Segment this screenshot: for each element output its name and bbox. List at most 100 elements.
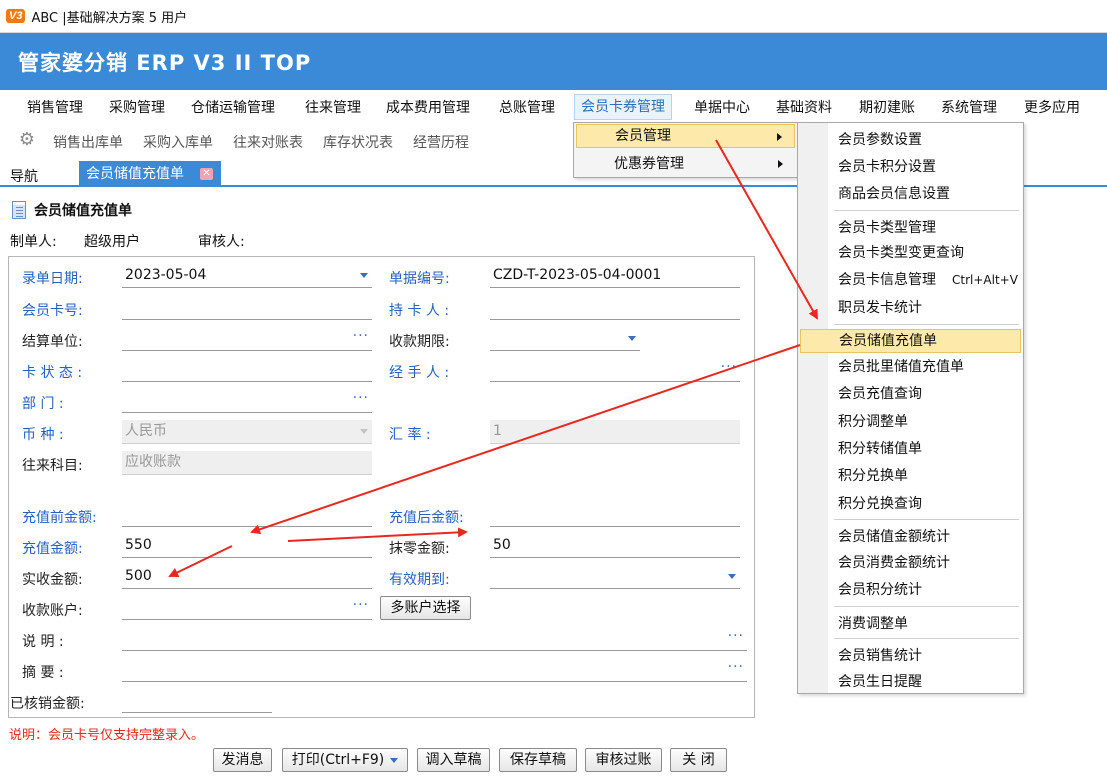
maker-label: 制单人: (10, 234, 57, 250)
menu-general-ledger[interactable]: 总账管理 (493, 95, 561, 121)
load-draft-button[interactable]: 调入草稿 (417, 748, 490, 772)
member-card-dropdown: 会员管理 优惠券管理 (573, 122, 798, 178)
doc-no-field[interactable]: CZD-T-2023-05-04-0001 (490, 264, 740, 288)
entry-date-field[interactable]: 2023-05-04 (122, 264, 372, 288)
submenu-item[interactable]: 会员卡类型变更查询 (800, 241, 1021, 265)
print-button[interactable]: 打印(Ctrl+F9) (282, 748, 408, 772)
menu-member-card[interactable]: 会员卡券管理 (574, 94, 672, 120)
discount-amount-field[interactable]: 50 (490, 534, 740, 558)
ellipsis-icon[interactable]: ··· (353, 594, 369, 616)
window-title: ABC |基础解决方案 5 用户 (31, 10, 188, 26)
chevron-down-icon[interactable] (728, 574, 736, 579)
written-off-field[interactable] (122, 689, 272, 713)
card-no-field[interactable] (122, 296, 372, 320)
menu-item-member-management[interactable]: 会员管理 (576, 124, 795, 148)
member-management-submenu: 会员参数设置 会员卡积分设置 商品会员信息设置 会员卡类型管理 会员卡类型变更查… (797, 122, 1024, 694)
menu-system[interactable]: 系统管理 (935, 95, 1003, 121)
submenu-item[interactable]: 会员生日提醒 (800, 670, 1021, 694)
receive-account-label: 收款账户: (22, 603, 83, 619)
holder-field[interactable] (490, 296, 740, 320)
valid-until-field[interactable] (490, 565, 740, 589)
menu-separator (834, 519, 1019, 520)
menu-sales[interactable]: 销售管理 (21, 95, 89, 121)
ellipsis-icon[interactable]: ··· (728, 656, 744, 678)
multi-account-button[interactable]: 多账户选择 (380, 596, 471, 620)
before-amount-field[interactable] (122, 503, 372, 527)
ellipsis-icon[interactable]: ··· (353, 387, 369, 409)
menu-purchase[interactable]: 采购管理 (103, 95, 171, 121)
save-draft-button[interactable]: 保存草稿 (499, 748, 577, 772)
submenu-item[interactable]: 积分兑换单 (800, 464, 1021, 488)
submenu-item[interactable]: 会员参数设置 (800, 128, 1021, 152)
description-field[interactable]: ··· (122, 627, 747, 651)
submenu-item[interactable]: 会员批里储值充值单 (800, 355, 1021, 379)
currency-label: 币 种 : (22, 427, 64, 443)
charge-amount-field[interactable]: 550 (122, 534, 372, 558)
pay-term-field[interactable] (490, 327, 640, 351)
menu-separator (834, 606, 1019, 607)
audit-post-button[interactable]: 审核过账 (585, 748, 662, 772)
chevron-down-icon[interactable] (360, 273, 368, 278)
close-button[interactable]: 关 闭 (670, 748, 727, 772)
ellipsis-icon[interactable]: ··· (721, 356, 737, 378)
tab-member-recharge[interactable]: 会员储值充值单 ✕ (79, 161, 221, 187)
menu-more-apps[interactable]: 更多应用 (1018, 95, 1086, 121)
chevron-down-icon[interactable] (390, 757, 399, 763)
chevron-down-icon[interactable] (628, 336, 636, 341)
menu-ledger-accounts[interactable]: 往来管理 (299, 95, 367, 121)
summary-field[interactable]: ··· (122, 658, 747, 682)
menu-document-center[interactable]: 单据中心 (688, 95, 756, 121)
submenu-item-member-recharge[interactable]: 会员储值充值单 (800, 329, 1021, 353)
submenu-item[interactable]: 会员储值金额统计 (800, 525, 1021, 549)
menu-cost[interactable]: 成本费用管理 (380, 95, 476, 121)
submenu-item[interactable]: 积分调整单 (800, 410, 1021, 434)
gear-icon[interactable]: ⚙ (17, 130, 37, 150)
dept-label: 部 门 : (22, 396, 64, 412)
submenu-item[interactable]: 职员发卡统计 (800, 296, 1021, 320)
toolbar-stock[interactable]: 库存状况表 (323, 132, 393, 152)
submenu-item[interactable]: 会员充值查询 (800, 382, 1021, 406)
app-banner: 管家婆分销 ERP V3 II TOP (0, 33, 1107, 90)
handler-field[interactable]: ··· (490, 358, 740, 382)
toolbar-history[interactable]: 经营历程 (413, 132, 469, 152)
entry-date-label: 录单日期: (22, 271, 83, 287)
submenu-item[interactable]: 积分转储值单 (800, 437, 1021, 461)
submenu-item[interactable]: 会员卡积分设置 (800, 155, 1021, 179)
toolbar-sales-out[interactable]: 销售出库单 (53, 132, 123, 152)
submenu-item[interactable]: 会员卡类型管理 (800, 216, 1021, 240)
menu-separator (834, 324, 1019, 325)
submenu-item[interactable]: 消费调整单 (800, 612, 1021, 636)
close-icon[interactable]: ✕ (200, 168, 213, 180)
submenu-item[interactable]: 会员卡信息管理 Ctrl+Alt+V (800, 268, 1021, 292)
tab-navigation[interactable]: 导航 (10, 166, 38, 186)
auditor-label: 审核人: (198, 234, 245, 250)
menu-warehouse[interactable]: 仓储运输管理 (185, 95, 281, 121)
menu-basic-data[interactable]: 基础资料 (770, 95, 838, 121)
card-status-field[interactable] (122, 358, 372, 382)
before-amount-label: 充值前金额: (22, 510, 97, 526)
receive-account-field[interactable]: ··· (122, 596, 372, 620)
submenu-item[interactable]: 会员消费金额统计 (800, 551, 1021, 575)
submenu-item[interactable]: 积分兑换查询 (800, 492, 1021, 516)
currency-value: 人民币 (125, 423, 167, 439)
document-icon (12, 201, 26, 219)
description-label: 说 明 : (22, 634, 64, 650)
main-menu-bar: 销售管理 采购管理 仓储运输管理 往来管理 成本费用管理 总账管理 会员卡券管理… (0, 90, 1107, 124)
chevron-right-icon (778, 160, 783, 168)
after-amount-field[interactable] (490, 503, 740, 527)
send-message-button[interactable]: 发消息 (213, 748, 272, 772)
after-amount-label: 充值后金额: (389, 510, 464, 526)
toolbar-purchase-in[interactable]: 采购入库单 (143, 132, 213, 152)
submenu-item[interactable]: 会员积分统计 (800, 578, 1021, 602)
rate-field: 1 (490, 420, 740, 444)
ellipsis-icon[interactable]: ··· (728, 625, 744, 647)
toolbar-reconcile[interactable]: 往来对账表 (233, 132, 303, 152)
received-amount-field[interactable]: 500 (122, 565, 372, 589)
dept-field[interactable]: ··· (122, 389, 372, 413)
menu-opening[interactable]: 期初建账 (853, 95, 921, 121)
submenu-item[interactable]: 商品会员信息设置 (800, 182, 1021, 206)
ellipsis-icon[interactable]: ··· (353, 325, 369, 347)
settle-unit-field[interactable]: ··· (122, 327, 372, 351)
submenu-item[interactable]: 会员销售统计 (800, 644, 1021, 668)
menu-item-coupon-management[interactable]: 优惠券管理 (576, 152, 795, 176)
